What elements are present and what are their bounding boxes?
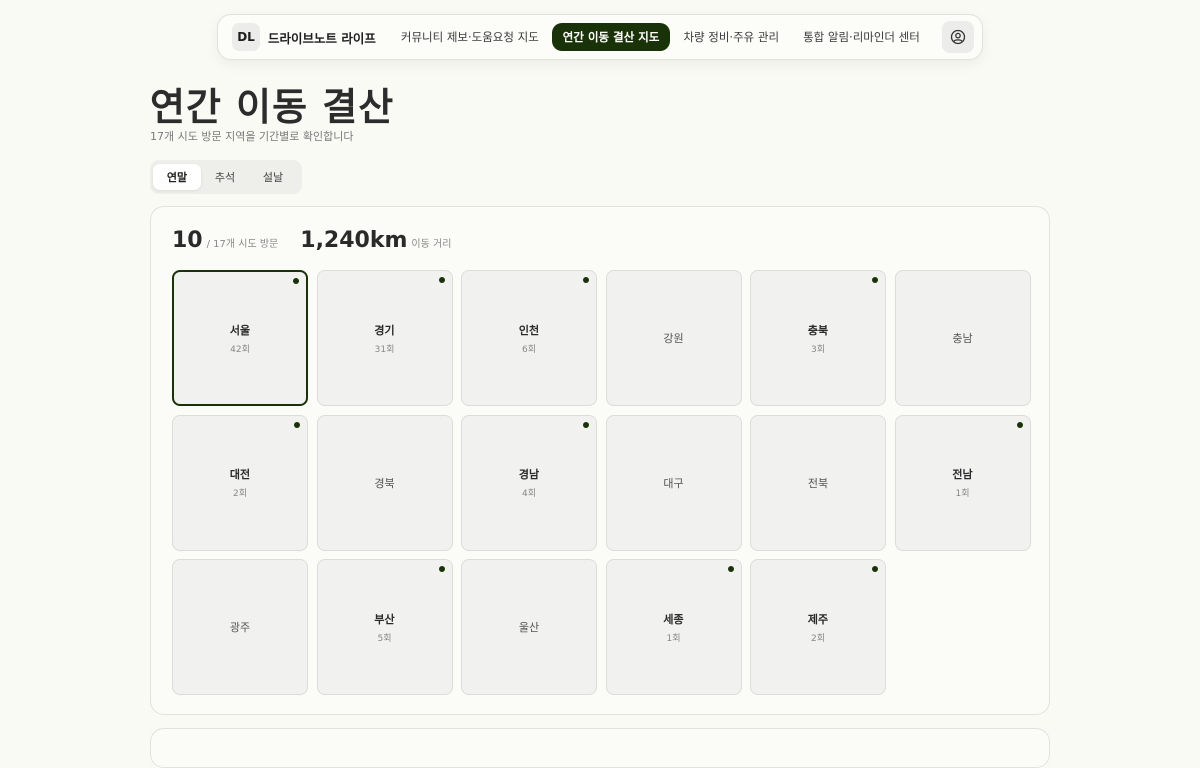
- region-name: 전남: [952, 468, 973, 481]
- profile-button[interactable]: [942, 21, 974, 53]
- visited-dot-icon: [294, 421, 300, 428]
- region-cell[interactable]: 충북 3회: [750, 270, 886, 406]
- region-cell[interactable]: 전남 1회: [894, 414, 1031, 551]
- distance-value: 1,240km: [300, 228, 408, 253]
- region-visit-count: 3회: [810, 344, 825, 355]
- visited-count: 10: [172, 228, 203, 253]
- region-cell[interactable]: 서울 42회: [172, 270, 308, 406]
- brand-name[interactable]: 드라이브노트 라이프: [268, 28, 376, 47]
- nav-link-community-map[interactable]: 커뮤니티 제보·도움요청 지도: [390, 23, 550, 51]
- page-title: 연간 이동 결산: [150, 85, 395, 129]
- secondary-card: [150, 728, 1050, 768]
- region-name: 경남: [518, 468, 540, 481]
- region-visit-count: 5회: [377, 633, 392, 644]
- nav-link-vehicle-maintenance[interactable]: 차량 정비·주유 관리: [672, 23, 790, 51]
- visited-dot-icon: [438, 277, 445, 283]
- period-tabs: 연말 추석 설날: [150, 160, 302, 194]
- region-cell[interactable]: 인천 6회: [461, 270, 597, 406]
- nav-link-notification-center[interactable]: 통합 알림·리마인더 센터: [792, 23, 931, 51]
- region-name: 충북: [807, 323, 829, 337]
- region-cell[interactable]: 충남: [894, 270, 1031, 406]
- region-cell[interactable]: 세종 1회: [605, 559, 742, 695]
- region-cell[interactable]: 울산: [461, 559, 597, 695]
- visited-dot-icon: [438, 566, 445, 572]
- region-grid: 서울 42회 경기 31회 인천 6회 강원 충북 3회 충남대전 2회 경북 경남 4회 대구 전북 전남 1회…: [172, 270, 1031, 695]
- region-cell[interactable]: 대전 2회: [172, 414, 308, 551]
- region-visit-count: 4회: [521, 489, 536, 499]
- region-name: 경기: [374, 323, 395, 337]
- region-visit-count: 2회: [810, 633, 825, 644]
- region-visit-count: 42회: [230, 344, 250, 355]
- visited-dot-icon: [583, 277, 589, 283]
- region-name: 충남: [952, 332, 973, 345]
- region-cell[interactable]: 대구: [605, 414, 742, 551]
- visited-dot-icon: [872, 566, 878, 572]
- region-cell[interactable]: 광주: [172, 559, 308, 695]
- region-name: 전북: [807, 476, 829, 490]
- region-cell[interactable]: 전북: [750, 414, 886, 551]
- region-cell[interactable]: 강원: [605, 270, 742, 406]
- region-visit-count: 31회: [374, 344, 395, 355]
- region-visit-count: 1회: [955, 489, 970, 499]
- region-name: 대구: [663, 476, 684, 490]
- region-cell[interactable]: 제주 2회: [750, 559, 886, 695]
- region-name: 울산: [518, 621, 540, 634]
- visited-dot-icon: [293, 278, 299, 284]
- region-name: 인천: [518, 323, 540, 337]
- region-cell[interactable]: 경북: [316, 414, 453, 551]
- region-name: 대전: [229, 468, 251, 481]
- visited-dot-icon: [583, 421, 589, 428]
- visited-dot-icon: [1016, 421, 1023, 428]
- distance-label: 이동 거리: [411, 239, 452, 250]
- visited-label: / 17개 시도 방문: [206, 239, 279, 250]
- top-nav: DL 드라이브노트 라이프 커뮤니티 제보·도움요청 지도 연간 이동 결산 지…: [217, 14, 983, 60]
- region-name: 경북: [374, 476, 395, 490]
- region-name: 제주: [807, 612, 829, 626]
- nav-link-annual-summary[interactable]: 연간 이동 결산 지도: [551, 23, 671, 51]
- tab-year-end[interactable]: 연말: [153, 164, 201, 190]
- tab-chuseok[interactable]: 추석: [201, 164, 249, 190]
- region-name: 광주: [229, 621, 251, 634]
- region-name: 부산: [374, 612, 395, 626]
- region-visit-count: 1회: [666, 633, 681, 644]
- visited-dot-icon: [727, 566, 734, 572]
- user-circle-icon: [950, 29, 966, 45]
- stats-row: 10 / 17개 시도 방문 1,240km 이동 거리: [172, 228, 451, 253]
- region-cell[interactable]: 경기 31회: [316, 270, 453, 406]
- visited-dot-icon: [872, 277, 878, 283]
- region-name: 강원: [663, 332, 684, 345]
- region-visit-count: 2회: [232, 489, 247, 499]
- page-subtitle: 17개 시도 방문 지역을 기간별로 확인합니다: [150, 130, 354, 143]
- logo-mark[interactable]: DL: [232, 23, 260, 51]
- tab-seollal[interactable]: 설날: [249, 164, 297, 190]
- region-cell[interactable]: 경남 4회: [461, 414, 597, 551]
- summary-card: 10 / 17개 시도 방문 1,240km 이동 거리 서울 42회 경기 31회 인…: [150, 206, 1050, 715]
- region-visit-count: 6회: [521, 344, 536, 355]
- region-cell[interactable]: 부산 5회: [316, 559, 453, 695]
- region-name: 세종: [663, 612, 684, 626]
- region-name: 서울: [229, 323, 251, 337]
- nav-links: 커뮤니티 제보·도움요청 지도 연간 이동 결산 지도 차량 정비·주유 관리 …: [390, 23, 933, 51]
